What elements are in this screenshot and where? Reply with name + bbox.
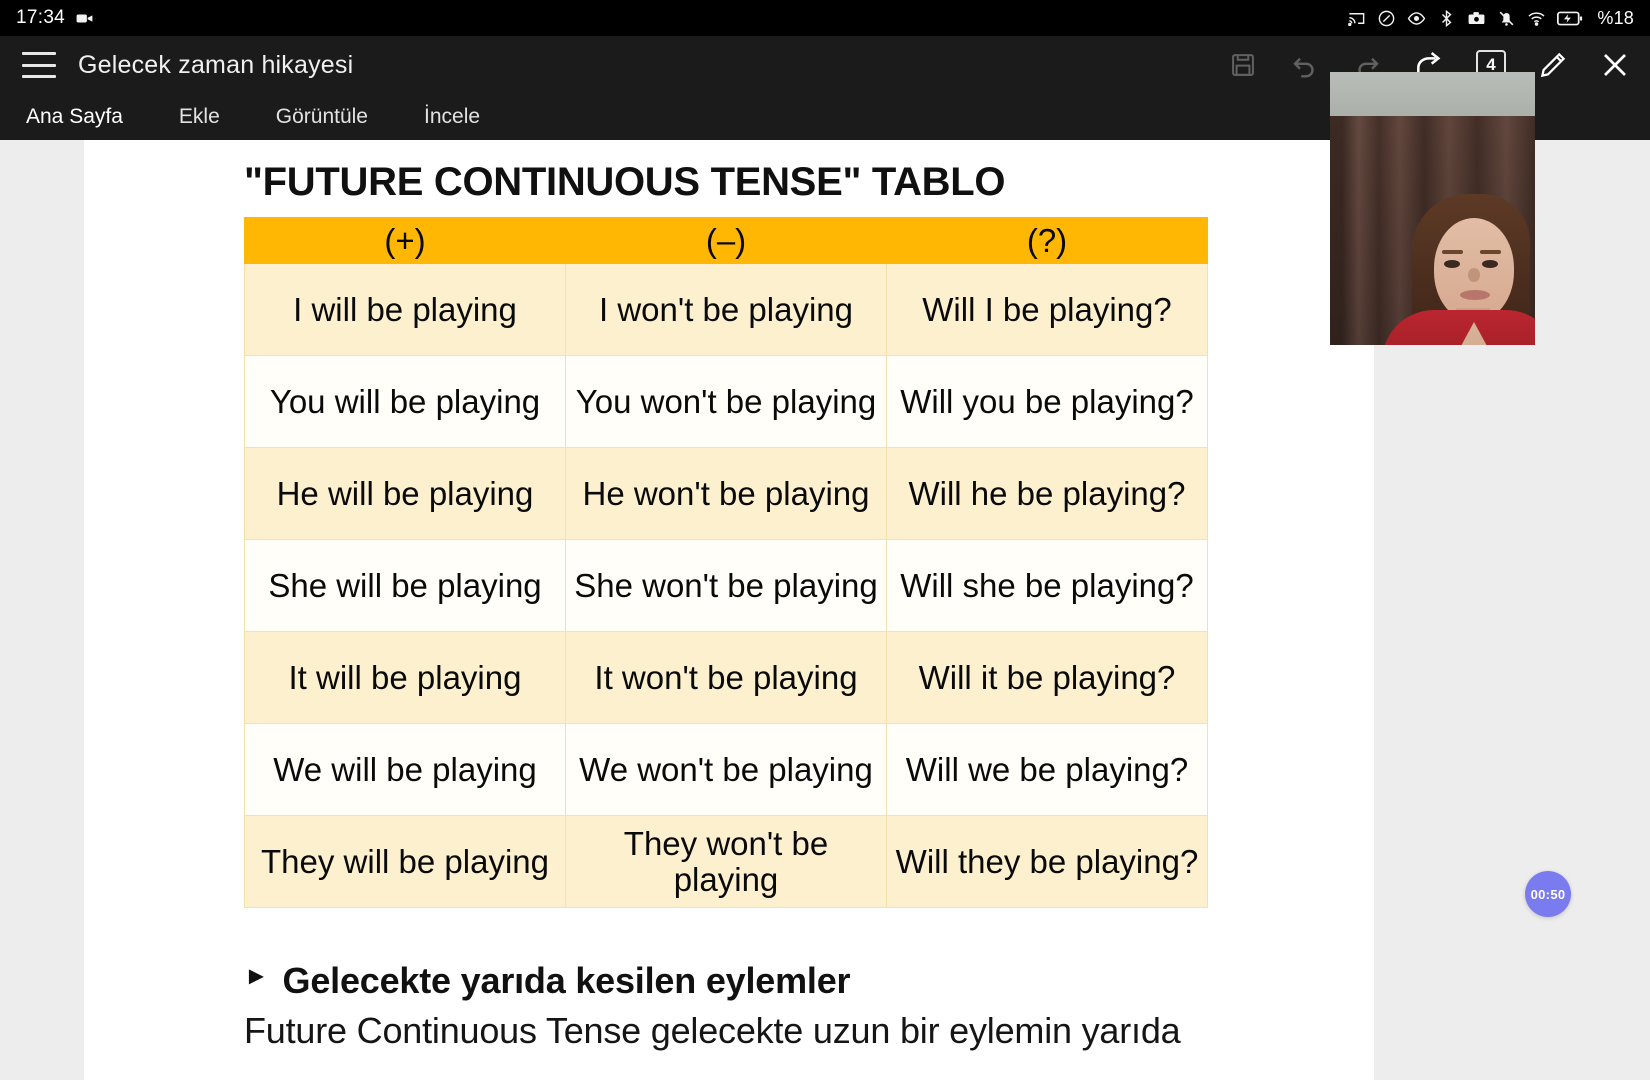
table-header-question: (?) [886, 217, 1208, 264]
table-row: We will be playing We won't be playing W… [244, 723, 1208, 816]
pencil-icon [1540, 52, 1566, 78]
tab-goruntule[interactable]: Görüntüle [276, 105, 368, 129]
table-cell: You won't be playing [565, 355, 887, 448]
slide-content: "FUTURE CONTINUOUS TENSE" TABLO (+) (–) … [244, 160, 1244, 1052]
close-icon [1604, 54, 1626, 76]
cast-icon [1348, 12, 1365, 26]
table-cell: They won't be playing [565, 815, 887, 908]
edit-button[interactable] [1536, 48, 1570, 82]
app-root: 17:34 %18 Gelecek zaman hikayesi 4 Ana S… [0, 0, 1650, 1080]
table-cell: He will be playing [244, 447, 566, 540]
tab-incele[interactable]: İncele [424, 105, 480, 129]
table-cell: We won't be playing [565, 723, 887, 816]
eye-icon [1408, 11, 1426, 25]
table-cell: It won't be playing [565, 631, 887, 724]
tense-table: (+) (–) (?) I will be playing I won't be… [244, 217, 1208, 908]
table-cell: Will they be playing? [886, 815, 1208, 908]
webcam-pip[interactable] [1330, 72, 1535, 345]
webcam-brow-left [1442, 250, 1463, 254]
table-cell: I won't be playing [565, 263, 887, 356]
webcam-eye-left [1444, 260, 1460, 268]
table-cell: Will she be playing? [886, 539, 1208, 632]
tab-ekle[interactable]: Ekle [179, 105, 220, 129]
page-title: Gelecek zaman hikayesi [78, 50, 354, 79]
bluetooth-icon [1442, 9, 1452, 27]
webcam-top-band [1330, 72, 1535, 120]
webcam-nose [1468, 268, 1480, 282]
body-paragraph: Future Continuous Tense gelecekte uzun b… [244, 1010, 1181, 1051]
webcam-eye-right [1482, 260, 1498, 268]
status-bar-left: 17:34 [16, 7, 94, 29]
slide-page[interactable]: "FUTURE CONTINUOUS TENSE" TABLO (+) (–) … [84, 140, 1374, 1080]
table-cell: Will he be playing? [886, 447, 1208, 540]
table-header-negative: (–) [565, 217, 887, 264]
wifi-icon [1528, 11, 1545, 26]
bell-muted-icon [1499, 11, 1514, 26]
table-cell: It will be playing [244, 631, 566, 724]
status-bar-right: %18 [1347, 8, 1634, 29]
table-header-positive: (+) [244, 217, 566, 264]
webcam-mouth [1460, 290, 1490, 300]
table-row: It will be playing It won't be playing W… [244, 631, 1208, 724]
table-cell: They will be playing [244, 815, 566, 908]
undo-icon [1293, 57, 1314, 78]
table-cell: Will I be playing? [886, 263, 1208, 356]
table-header-row: (+) (–) (?) [244, 217, 1208, 264]
table-row: She will be playing She won't be playing… [244, 539, 1208, 632]
bullet-heading: Gelecekte yarıda kesilen eylemler [282, 960, 851, 1001]
bullet-heading-row: ► Gelecekte yarıda kesilen eylemler [244, 960, 1244, 1002]
slide-title: "FUTURE CONTINUOUS TENSE" TABLO [244, 160, 1006, 204]
table-row: They will be playing They won't be playi… [244, 815, 1208, 908]
table-cell: Will it be playing? [886, 631, 1208, 724]
table-cell: You will be playing [244, 355, 566, 448]
table-cell: Will we be playing? [886, 723, 1208, 816]
status-bar: 17:34 %18 [0, 0, 1650, 36]
table-cell: He won't be playing [565, 447, 887, 540]
table-cell: I will be playing [244, 263, 566, 356]
tab-ana-sayfa[interactable]: Ana Sayfa [26, 105, 123, 129]
save-button[interactable] [1226, 48, 1260, 82]
battery-charging-icon [1557, 11, 1583, 25]
webcam-brow-right [1480, 250, 1501, 254]
table-cell: She will be playing [244, 539, 566, 632]
table-cell: We will be playing [244, 723, 566, 816]
table-row: You will be playing You won't be playing… [244, 355, 1208, 448]
undo-button[interactable] [1288, 48, 1322, 82]
bullet-section: ► Gelecekte yarıda kesilen eylemler Futu… [244, 960, 1244, 1052]
camera-icon [1468, 11, 1485, 24]
table-row: He will be playing He won't be playing W… [244, 447, 1208, 540]
table-row: I will be playing I won't be playing Wil… [244, 263, 1208, 356]
recording-timer-badge[interactable]: 00:50 [1525, 871, 1571, 917]
status-clock: 17:34 [16, 7, 66, 28]
bullet-marker-icon: ► [244, 962, 269, 990]
table-cell: She won't be playing [565, 539, 887, 632]
battery-percent: %18 [1597, 7, 1634, 28]
close-button[interactable] [1598, 48, 1632, 82]
hamburger-icon[interactable] [22, 52, 56, 78]
save-icon [1232, 54, 1254, 76]
video-record-icon [76, 14, 93, 22]
data-saver-icon [1379, 10, 1395, 26]
table-cell: Will you be playing? [886, 355, 1208, 448]
